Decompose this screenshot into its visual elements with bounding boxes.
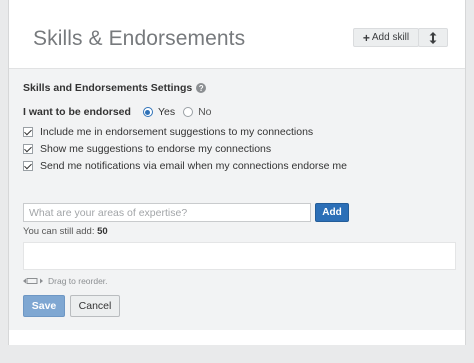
endorse-yes-label[interactable]: Yes	[158, 106, 175, 118]
remaining-count: 50	[97, 226, 108, 237]
skills-header: Skills & Endorsements + Add skill	[9, 0, 465, 68]
cancel-button[interactable]: Cancel	[70, 295, 120, 317]
settings-heading: Skills and Endorsements Settings ?	[23, 82, 207, 94]
email-notifications-row: Send me notifications via email when my …	[23, 160, 347, 172]
endorse-no-label[interactable]: No	[198, 106, 211, 118]
show-suggestions-row: Show me suggestions to endorse my connec…	[23, 143, 271, 155]
endorse-yes-radio[interactable]	[142, 107, 153, 117]
expertise-input[interactable]	[23, 203, 311, 222]
add-expertise-button[interactable]: Add	[315, 203, 349, 222]
help-icon[interactable]: ?	[196, 83, 207, 93]
endorse-no-radio[interactable]	[183, 107, 194, 117]
plus-icon: +	[362, 30, 370, 45]
save-button[interactable]: Save	[23, 295, 65, 317]
email-notifications-checkbox[interactable]	[23, 161, 33, 171]
skills-list[interactable]	[23, 242, 456, 270]
email-notifications-label[interactable]: Send me notifications via email when my …	[40, 160, 347, 172]
drag-hint-label: Drag to reorder.	[48, 276, 108, 286]
drag-handle-icon	[23, 278, 43, 284]
show-suggestions-checkbox[interactable]	[23, 144, 33, 154]
include-in-suggestions-checkbox[interactable]	[23, 127, 33, 137]
remaining-prefix: You can still add:	[23, 226, 95, 237]
include-in-suggestions-row: Include me in endorsement suggestions to…	[23, 126, 313, 138]
endorse-question: I want to be endorsed	[23, 106, 131, 118]
show-suggestions-label[interactable]: Show me suggestions to endorse my connec…	[40, 143, 271, 155]
remaining-skills-text: You can still add: 50	[23, 226, 108, 237]
vertical-arrows-icon	[429, 31, 437, 44]
endorse-preference-row: I want to be endorsed Yes No	[23, 106, 220, 118]
settings-panel: Skills and Endorsements Settings ? I wan…	[9, 68, 465, 330]
include-in-suggestions-label[interactable]: Include me in endorsement suggestions to…	[40, 126, 313, 138]
settings-title: Skills and Endorsements Settings	[23, 82, 193, 94]
reorder-button[interactable]	[418, 28, 448, 47]
add-skill-button[interactable]: + Add skill	[353, 28, 419, 47]
page-title: Skills & Endorsements	[33, 27, 246, 50]
skills-card: Skills & Endorsements + Add skill Skills…	[8, 0, 466, 345]
add-skill-label: Add skill	[371, 32, 410, 43]
drag-hint: Drag to reorder.	[23, 276, 108, 286]
